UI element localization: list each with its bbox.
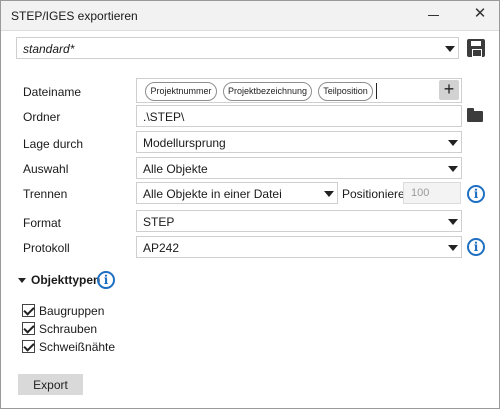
info-icon[interactable]: i	[467, 185, 485, 203]
plus-icon[interactable]: +	[439, 80, 459, 100]
save-icon[interactable]	[467, 39, 485, 57]
export-dialog: STEP/IGES exportieren ✕ standard* Datein…	[0, 0, 500, 409]
selection-label: Auswahl	[23, 162, 69, 176]
protocol-label: Protokoll	[23, 241, 70, 255]
split-select[interactable]: Alle Objekte in einer Datei	[136, 182, 338, 204]
format-select[interactable]: STEP	[136, 210, 462, 232]
checkbox-label: Schrauben	[39, 322, 98, 336]
checkbox-label: Baugruppen	[39, 304, 105, 318]
selection-select[interactable]: Alle Objekte	[136, 157, 462, 179]
position-label: Lage durch	[23, 137, 84, 151]
format-label: Format	[23, 216, 62, 230]
close-icon[interactable]: ✕	[471, 5, 489, 23]
positionieren-value: 100	[411, 187, 430, 199]
folder-input[interactable]: .\STEP\	[136, 105, 462, 127]
export-button[interactable]: Export	[18, 374, 83, 395]
object-types-title[interactable]: Objekttypen	[31, 273, 100, 287]
checkbox-baugruppen[interactable]	[22, 304, 35, 317]
minimize-icon[interactable]	[426, 7, 442, 23]
text-cursor	[376, 83, 377, 99]
folder-value: .\STEP\	[143, 110, 185, 124]
protocol-value: AP242	[143, 241, 180, 255]
chevron-down-icon	[448, 219, 458, 225]
split-value: Alle Objekte in einer Datei	[143, 187, 282, 201]
preset-value: standard*	[23, 42, 75, 56]
checkbox-schrauben[interactable]	[22, 322, 35, 335]
position-select[interactable]: Modellursprung	[136, 131, 462, 153]
chevron-down-icon	[448, 245, 458, 251]
chevron-down-icon	[324, 191, 334, 197]
folder-icon[interactable]	[467, 108, 483, 122]
folder-label: Ordner	[23, 110, 61, 124]
info-icon[interactable]: i	[467, 238, 485, 256]
filename-label: Dateiname	[23, 85, 82, 99]
position-value: Modellursprung	[143, 136, 226, 150]
chevron-down-icon	[445, 46, 455, 52]
chevron-down-icon	[448, 140, 458, 146]
section-collapse-icon[interactable]	[18, 278, 26, 283]
window-title: STEP/IGES exportieren	[11, 9, 138, 23]
checkbox-schweissnaehte[interactable]	[22, 340, 35, 353]
preset-select[interactable]: standard*	[16, 37, 459, 59]
title-bar: STEP/IGES exportieren ✕	[1, 1, 499, 31]
chevron-down-icon	[448, 166, 458, 172]
split-label: Trennen	[23, 187, 68, 201]
info-icon[interactable]: i	[97, 271, 115, 289]
checkbox-label: Schweißnähte	[39, 340, 116, 354]
positionieren-input[interactable]: 100	[403, 182, 461, 204]
chip-projektbezeichnung[interactable]: Projektbezeichnung	[223, 82, 312, 101]
positionieren-label: Positionieren	[342, 187, 412, 201]
chip-projektnummer[interactable]: Projektnummer	[145, 82, 217, 101]
format-value: STEP	[143, 215, 175, 229]
protocol-select[interactable]: AP242	[136, 236, 462, 258]
chip-teilposition[interactable]: Teilposition	[318, 82, 373, 101]
selection-value: Alle Objekte	[143, 162, 208, 176]
